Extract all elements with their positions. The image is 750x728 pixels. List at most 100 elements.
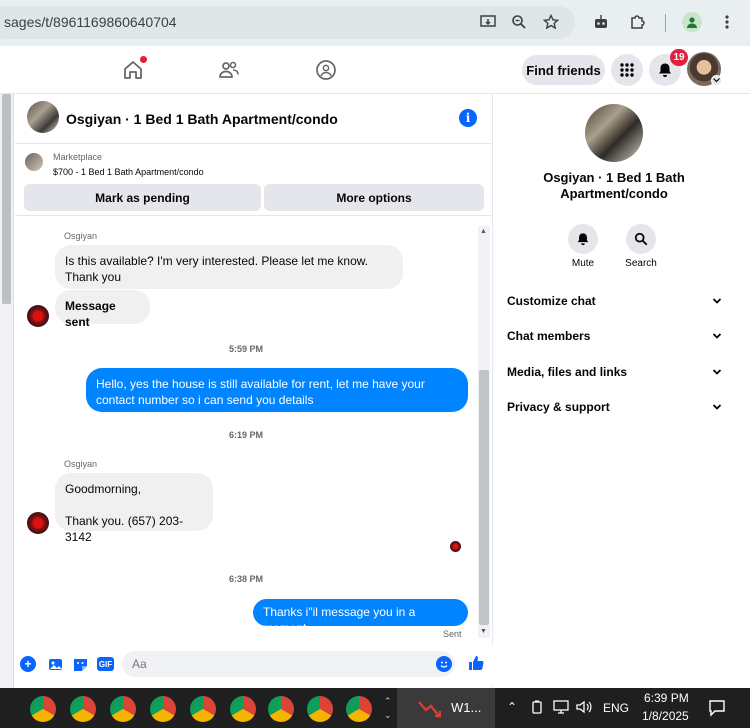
chat-header: Osgiyan · 1 Bed 1 Bath Apartment/condo i	[15, 94, 493, 144]
more-options-button[interactable]: More options	[264, 184, 484, 211]
search-label: Search	[625, 258, 657, 269]
media-files-links-row[interactable]: Media, files and links	[507, 365, 722, 385]
chrome-taskbar-icon[interactable]	[110, 696, 136, 722]
chrome-taskbar-icon[interactable]	[70, 696, 96, 722]
message-text: contact number so i can send you details	[96, 393, 314, 407]
incoming-message[interactable]: Is this available? I'm very interested. …	[55, 245, 403, 289]
menu-grid-icon[interactable]	[611, 54, 643, 86]
bookmark-star-icon[interactable]	[541, 12, 561, 32]
message-text: Thank you	[65, 270, 122, 284]
chevron-down-icon	[712, 404, 722, 410]
mark-as-pending-button[interactable]: Mark as pending	[24, 184, 261, 211]
scroll-down-arrow-icon[interactable]: ▼	[480, 628, 487, 635]
info-icon[interactable]: i	[459, 109, 477, 127]
timestamp: 6:19 PM	[228, 430, 263, 440]
home-notification-dot	[140, 56, 147, 63]
stock-chart-icon	[418, 701, 441, 718]
sticker-icon[interactable]	[72, 656, 88, 672]
messages-scrollbar-thumb[interactable]	[479, 370, 489, 625]
like-thumb-icon[interactable]	[467, 654, 485, 672]
groups-icon[interactable]	[313, 57, 339, 83]
chevron-down-icon	[712, 298, 722, 304]
clock-date[interactable]: 1/8/2025	[642, 709, 689, 723]
chevron-down-icon	[712, 333, 722, 339]
chrome-taskbar-icon[interactable]	[30, 696, 56, 722]
message-text: Thank you. (657) 203-3142	[65, 514, 184, 544]
mute-label: Mute	[571, 258, 595, 269]
profile-icon[interactable]	[682, 12, 702, 32]
message-input[interactable]	[122, 651, 455, 677]
notifications-chat-icon[interactable]	[708, 699, 726, 722]
listing-title[interactable]: $700 - 1 Bed 1 Bath Apartment/condo	[53, 167, 204, 177]
toolbar-divider	[665, 14, 666, 32]
conversation-details-panel: Osgiyan · 1 Bed 1 Bath Apartment/condo M…	[494, 94, 750, 688]
taskbar-overflow-chevrons[interactable]: ⌃ ⌄	[384, 694, 392, 722]
chrome-taskbar-icon[interactable]	[150, 696, 176, 722]
message-sender-name: Osgiyan	[64, 459, 98, 469]
chrome-taskbar-icon[interactable]	[268, 696, 294, 722]
home-icon[interactable]	[120, 56, 147, 83]
timestamp: 5:59 PM	[228, 344, 263, 354]
conversation-title: Osgiyan · 1 Bed 1 Bath Apartment/condo	[543, 170, 685, 201]
message-sent-bubble[interactable]: Message sent	[55, 290, 150, 329]
browser-menu-icon[interactable]	[717, 12, 737, 32]
search-icon[interactable]	[626, 224, 656, 254]
plus-icon[interactable]: +	[20, 656, 36, 672]
chat-title[interactable]: Osgiyan · 1 Bed 1 Bath Apartment/condo	[66, 111, 338, 127]
account-chevron-down-icon[interactable]	[711, 75, 722, 86]
message-text: Message sent	[65, 299, 116, 329]
outgoing-message[interactable]: Thanks i"il message you in a moment	[253, 599, 468, 635]
chat-members-row[interactable]: Chat members	[507, 329, 722, 349]
section-label: Privacy & support	[507, 400, 610, 414]
conversation-avatar[interactable]	[585, 104, 643, 162]
extension-robot-icon[interactable]	[591, 12, 611, 32]
emoji-icon[interactable]	[436, 656, 452, 672]
chevron-down-icon	[712, 369, 722, 375]
message-text: Thanks i"il message you in a moment	[263, 605, 416, 635]
message-composer: + GIF	[15, 645, 493, 685]
photo-icon[interactable]	[47, 656, 63, 672]
left-scrollbar-thumb[interactable]	[2, 94, 11, 304]
mute-bell-icon[interactable]	[568, 224, 598, 254]
battery-icon[interactable]	[530, 700, 544, 719]
chrome-taskbar-icon[interactable]	[307, 696, 333, 722]
incoming-message[interactable]: Goodmorning, Thank you. (657) 203-3142	[55, 473, 213, 544]
zoom-icon[interactable]	[509, 12, 529, 32]
active-app-label: W1...	[451, 700, 482, 715]
gif-icon[interactable]: GIF	[97, 657, 114, 671]
section-label: Media, files and links	[507, 365, 628, 379]
outgoing-message[interactable]: Hello, yes the house is still available …	[86, 368, 468, 412]
url-text: sages/t/8961169860640704	[4, 14, 177, 30]
seen-receipt-avatar	[450, 541, 461, 552]
friends-icon[interactable]	[216, 57, 242, 83]
chrome-taskbar-icon[interactable]	[230, 696, 256, 722]
sent-status: Sent	[443, 629, 462, 639]
active-app-tile[interactable]: W1...	[397, 688, 495, 728]
notification-count-badge: 19	[670, 49, 688, 66]
scroll-up-arrow-icon[interactable]: ▲	[480, 228, 487, 235]
language-indicator[interactable]: ENG	[603, 701, 629, 715]
chrome-taskbar-icon[interactable]	[190, 696, 216, 722]
volume-icon[interactable]	[576, 700, 592, 719]
network-icon[interactable]	[553, 700, 569, 719]
sender-avatar[interactable]	[27, 305, 49, 327]
section-label: Chat members	[507, 329, 591, 343]
chat-avatar[interactable]	[27, 101, 59, 133]
tray-chevron-up-icon[interactable]: ⌃	[507, 700, 517, 714]
message-text: Hello, yes the house is still available …	[96, 377, 425, 391]
listing-thumbnail[interactable]	[25, 153, 43, 171]
marketplace-label: Marketplace	[53, 152, 103, 162]
message-sender-name: Osgiyan	[64, 231, 98, 241]
find-friends-button[interactable]: Find friends	[522, 55, 605, 85]
clock-time[interactable]: 6:39 PM	[644, 691, 689, 705]
windows-taskbar: ⌃ ⌄ W1... ⌃ ENG 6:39 PM 1/8/2025	[0, 688, 750, 728]
browser-toolbar: sages/t/8961169860640704	[0, 0, 750, 46]
line-spacer	[65, 497, 203, 513]
chrome-taskbar-icon[interactable]	[346, 696, 372, 722]
customize-chat-row[interactable]: Customize chat	[507, 294, 722, 314]
sender-avatar[interactable]	[27, 512, 49, 534]
extensions-puzzle-icon[interactable]	[627, 12, 647, 32]
install-app-icon[interactable]	[478, 12, 498, 32]
privacy-support-row[interactable]: Privacy & support	[507, 400, 722, 420]
message-text: Goodmorning,	[65, 482, 142, 496]
